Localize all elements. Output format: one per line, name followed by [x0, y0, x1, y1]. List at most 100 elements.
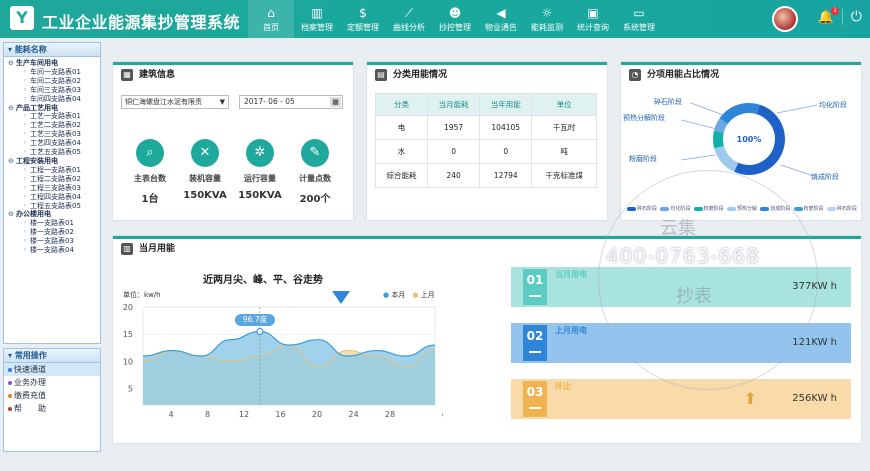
nav-item-3[interactable]: ⟋ 曲线分析 [386, 0, 432, 38]
tree-item[interactable]: 工程二支路表02 [8, 175, 100, 184]
legend-item[interactable]: 均化阶段 [660, 205, 690, 212]
power-icon[interactable]: ⏻ [841, 9, 862, 25]
nav-item-2[interactable]: $ 定额管理 [340, 0, 386, 38]
tree-item[interactable]: 楼一支路表02 [8, 228, 100, 237]
company-select[interactable]: 铜仁海螺盘江水泥有限责 ▼ [121, 95, 229, 109]
nav-item-6[interactable]: ☼ 能耗监测 [524, 0, 570, 38]
tree-item[interactable]: 工程三支路表03 [8, 184, 100, 193]
nav-label: 统计查询 [577, 22, 609, 32]
nav-label: 抄控管理 [439, 22, 471, 32]
nav-item-8[interactable]: ▭ 系统管理 [616, 0, 662, 38]
app-title: 工业企业能源集抄管理系统 [42, 13, 241, 32]
table-header: 分类 [374, 93, 429, 116]
tree-item[interactable]: 楼一支路表04 [8, 246, 100, 255]
legend-swatch [660, 206, 670, 211]
calendar-icon[interactable]: ▦ [330, 97, 341, 107]
gears-icon: ✲ [246, 139, 274, 167]
category-energy-card: ▤ 分类用能情况 分类 当月能耗 当年用能 单位 电 1957 104105 千瓦时水 0 0 吨综… [367, 62, 607, 220]
stat-block[interactable]: ✕ 装机容量 150KVA [180, 139, 230, 201]
tree-item[interactable]: 楼一支路表01 [8, 219, 100, 228]
energy-share-legend: 碎石阶段 均化阶段 粉磨阶段 预热分解 烧成阶段 粉磨阶段 碎石阶段 [627, 205, 857, 212]
op-item[interactable]: 缴费充值 [4, 389, 100, 402]
tree-item[interactable]: 车间四支路表04 [8, 95, 100, 104]
nav-item-7[interactable]: ▣ 统计查询 [570, 0, 616, 38]
donut-label: 烧成阶段 [811, 173, 839, 181]
hover-point[interactable] [256, 327, 264, 336]
tree-item[interactable]: 车间三支路表03 [8, 86, 100, 95]
table-cell: 104105 [479, 115, 533, 140]
op-item[interactable]: 快速通道 [4, 363, 100, 376]
op-item[interactable]: 业务办理 [4, 376, 100, 389]
tree-item[interactable]: 工艺四支路表04 [8, 139, 100, 148]
legend-last-month: 上月 [420, 291, 435, 299]
nav-label: 系统管理 [623, 22, 655, 32]
user-avatar[interactable] [772, 6, 798, 32]
bullet-icon [8, 381, 12, 385]
donut-label: 碎石阶段 [654, 98, 682, 106]
tree-group[interactable]: 工程安装用电 [8, 157, 100, 166]
legend-item[interactable]: 碎石阶段 [627, 205, 657, 212]
chart-tooltip: 96.7度 [235, 314, 275, 326]
stat-block[interactable]: ✲ 运行容量 150KVA [235, 139, 285, 201]
legend-item[interactable]: 烧成阶段 [760, 205, 790, 212]
donut-slice [713, 130, 724, 149]
tree-group[interactable]: 生产车间用电 [8, 59, 100, 68]
nav-item-4[interactable]: ☻ 抄控管理 [432, 0, 478, 38]
home-icon: ⌂ [267, 5, 275, 20]
card-number: 01 [523, 269, 547, 305]
legend-swatch [760, 206, 770, 211]
tree-item[interactable]: 工艺五支路表05 [8, 148, 100, 157]
category-table: 分类 当月能耗 当年用能 单位 电 1957 104105 千瓦时水 0 0 吨综合能耗 240 12… [374, 93, 597, 188]
legend-item[interactable]: 预热分解 [726, 205, 757, 212]
summary-card: 01 当月用电 377KW h [511, 267, 851, 307]
legend-item[interactable]: 粉磨阶段 [793, 205, 824, 212]
leader-line [680, 154, 716, 161]
x-tick-label: 20 [312, 410, 322, 419]
dollar-icon: $ [359, 5, 367, 20]
ops-title: ▾ 常用操作 [4, 349, 100, 363]
tree-item[interactable]: 工艺一支路表01 [8, 112, 100, 121]
table-cell: 综合能耗 [374, 163, 429, 188]
tree-item[interactable]: 车间二支路表02 [8, 77, 100, 86]
stat-block[interactable]: ✎ 计量点数 200个 [290, 139, 340, 205]
energy-share-title: ◔ 分项用能占比情况 [621, 65, 861, 85]
tree-item[interactable]: 工艺三支路表03 [8, 130, 100, 139]
op-item[interactable]: 帮 助 [4, 402, 100, 415]
op-label: 快速通道 [14, 365, 46, 374]
tree-item[interactable]: 车间一支路表01 [8, 68, 100, 77]
date-input[interactable]: 2017- 06 - 05 ▦ [239, 95, 343, 109]
app-logo: Y [10, 6, 34, 30]
donut-label: 粉磨阶段 [629, 155, 657, 163]
table-cell: 12794 [479, 163, 533, 188]
card-value: 256KW h [792, 393, 837, 404]
tree-title: ▾ 能耗名称 [4, 43, 100, 57]
common-ops-panel: ▾ 常用操作 快速通道业务办理缴费充值帮 助 [3, 348, 101, 452]
tree-item[interactable]: 楼一支路表03 [8, 237, 100, 246]
line-chart-icon: ⟋ [404, 5, 414, 20]
tools-icon: ✕ [191, 139, 219, 167]
legend-item[interactable]: 碎石阶段 [826, 205, 857, 212]
tree-item[interactable]: 工艺二支路表02 [8, 121, 100, 130]
pie-chart-icon: ◔ [629, 69, 641, 81]
stat-block[interactable]: ⌕ 主表台数 1台 [125, 139, 175, 205]
op-label: 业务办理 [14, 378, 46, 387]
table-cell: 0 [427, 139, 481, 164]
card-label: 环比 [555, 382, 571, 391]
legend-item[interactable]: 粉磨阶段 [693, 205, 724, 212]
nav-item-0[interactable]: ⌂ 首页 [248, 0, 294, 38]
nav-label: 定额管理 [347, 22, 379, 32]
legend-label: 均化阶段 [670, 206, 691, 212]
card-value: 377KW h [792, 281, 837, 292]
donut-center-label: 100% [737, 135, 762, 144]
nav-item-1[interactable]: ▥ 档案管理 [294, 0, 340, 38]
table-cell: 千瓦时 [531, 115, 597, 140]
tree-item[interactable]: 工程一支路表01 [8, 166, 100, 175]
bell-icon[interactable]: 🔔 1 [818, 7, 839, 25]
tree-group[interactable]: 办公楼用电 [8, 210, 100, 219]
table-row: 综合能耗 240 12794 千克标准煤 [374, 163, 597, 188]
card-label: 上月用电 [555, 326, 587, 335]
nav-label: 首页 [263, 22, 279, 32]
nav-item-5[interactable]: ◀ 物业通告 [478, 0, 524, 38]
grid-icon: ▦ [121, 69, 133, 81]
tree-item[interactable]: 工程四支路表04 [8, 193, 100, 202]
